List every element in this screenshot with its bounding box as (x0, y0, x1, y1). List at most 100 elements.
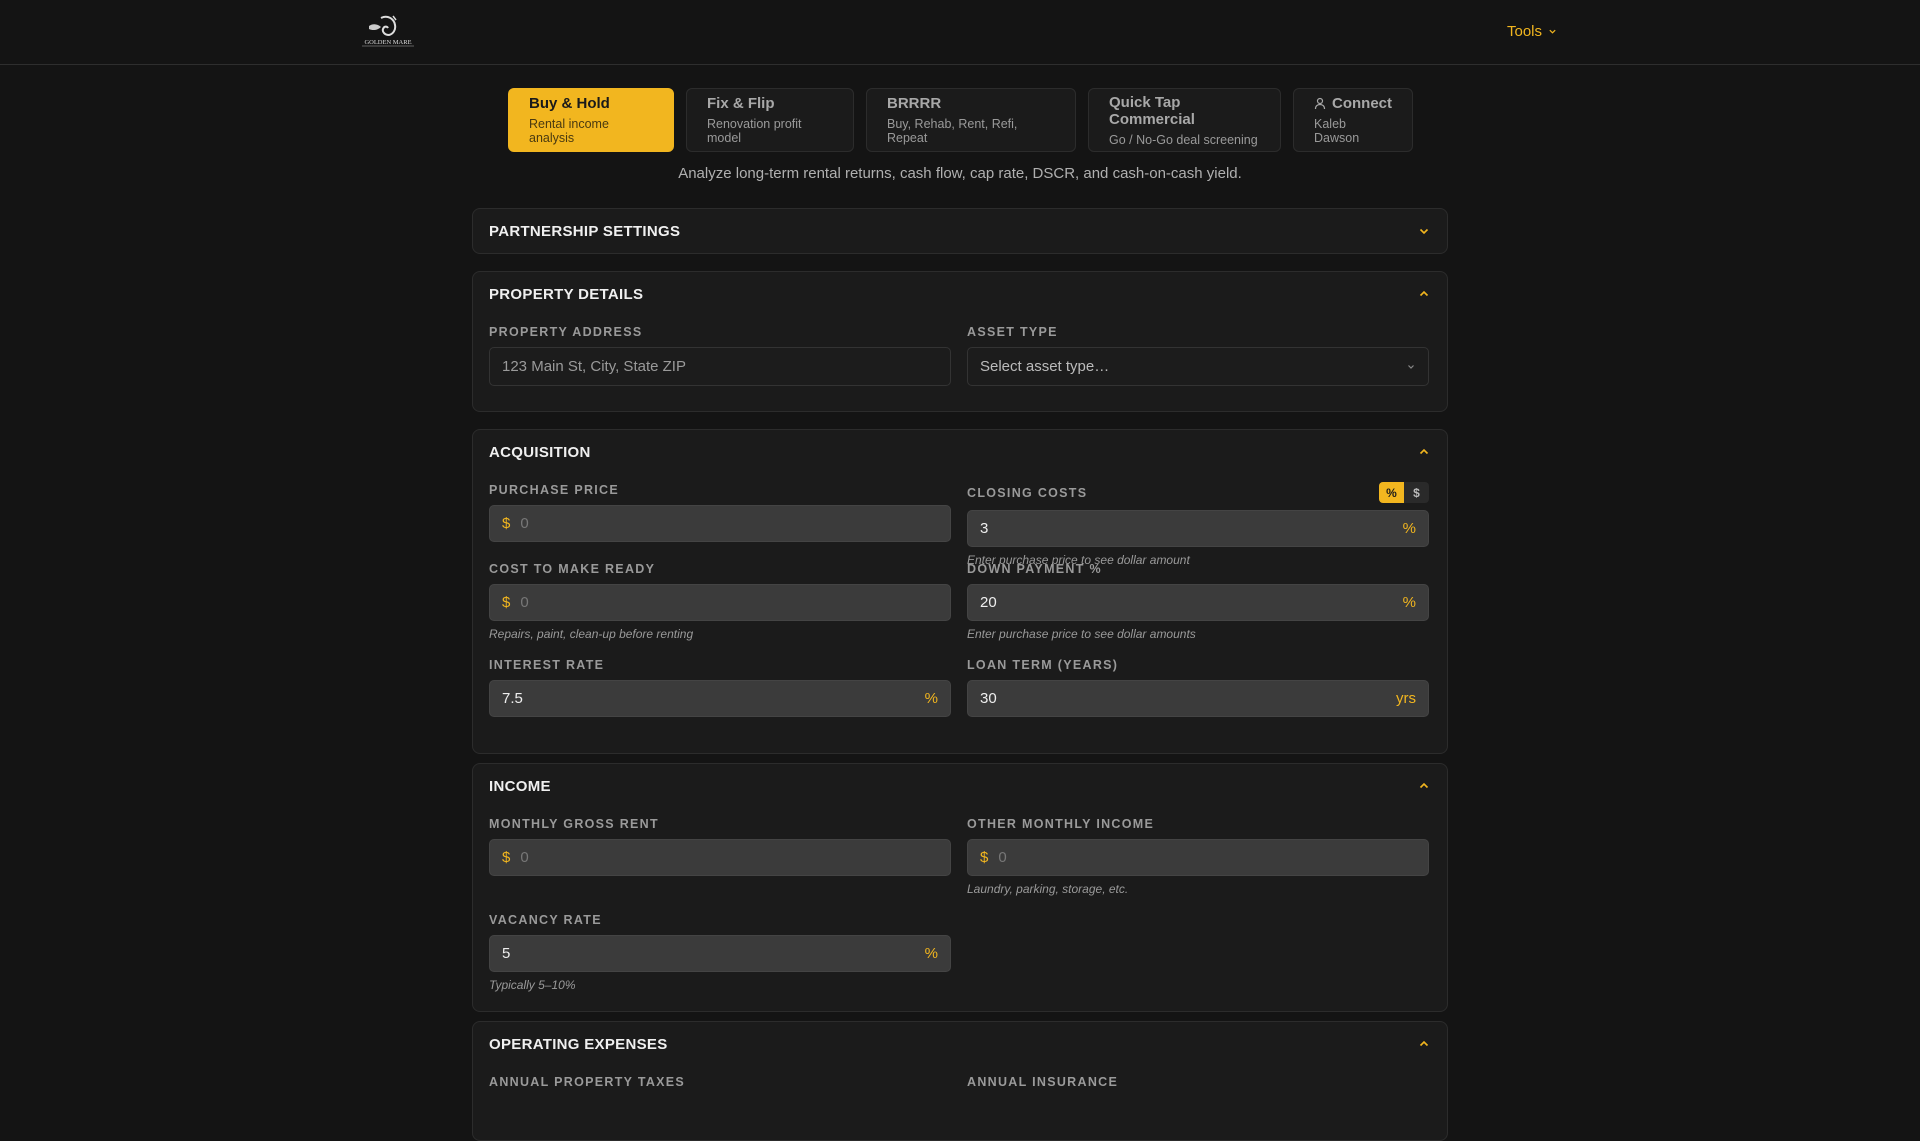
percent-suffix: % (1402, 594, 1416, 611)
tab-title: Connect (1332, 95, 1392, 112)
chevron-up-icon (1419, 782, 1429, 789)
field-label: DOWN PAYMENT % (967, 561, 1102, 576)
closing-costs-unit-toggle: % $ (1379, 482, 1429, 503)
field-label: LOAN TERM (YEARS) (967, 657, 1119, 672)
vacancy-rate-field: VACANCY RATE 5% Typically 5–10% (489, 912, 951, 992)
annual-property-taxes-label: ANNUAL PROPERTY TAXES (489, 1074, 686, 1089)
dollar-prefix: $ (502, 515, 511, 532)
chevron-up-icon (1419, 448, 1429, 455)
purchase-price-field: PURCHASE PRICE $0 (489, 482, 951, 567)
cost-to-make-ready-input[interactable]: $0 (489, 584, 951, 621)
field-label: PURCHASE PRICE (489, 482, 620, 497)
acquisition-section: ACQUISITION PURCHASE PRICE $0 CLOSING CO… (472, 429, 1448, 754)
field-label: MONTHLY GROSS RENT (489, 816, 659, 831)
tools-menu-button[interactable]: Tools (1507, 23, 1557, 40)
selected-value: Select asset type… (980, 358, 1110, 375)
tab-subtitle: Kaleb Dawson (1314, 117, 1360, 145)
tab-connect[interactable]: Connect Kaleb Dawson (1293, 88, 1413, 152)
tab-subtitle: Buy, Rehab, Rent, Refi, Repeat (887, 117, 1018, 145)
section-title: PARTNERSHIP SETTINGS (489, 222, 681, 240)
income-section: INCOME MONTHLY GROSS RENT $0 OTHER MONTH… (472, 763, 1448, 1012)
golden-mare-logo[interactable]: GOLDEN MARE (361, 14, 415, 48)
property-details-section: PROPERTY DETAILS PROPERTY ADDRESS 123 Ma… (472, 271, 1448, 412)
percent-suffix: % (924, 945, 938, 962)
tab-title: Buy & Hold (529, 95, 610, 112)
chevron-up-icon (1419, 1040, 1429, 1047)
loan-term-field: LOAN TERM (YEARS) 30 yrs (967, 657, 1429, 717)
percent-suffix: % (1402, 520, 1416, 537)
tools-label: Tools (1507, 23, 1543, 40)
dollar-toggle[interactable]: $ (1404, 482, 1429, 503)
other-monthly-income-input[interactable]: $0 (967, 839, 1429, 876)
tab-subtitle: Renovation profit model (707, 117, 802, 145)
page-description: Analyze long-term rental returns, cash f… (678, 165, 1242, 182)
section-title: OPERATING EXPENSES (489, 1035, 668, 1053)
placeholder: 0 (520, 594, 529, 611)
acquisition-header[interactable]: ACQUISITION (473, 430, 1447, 474)
field-hint: Laundry, parking, storage, etc. (967, 882, 1129, 896)
chevron-up-icon (1419, 290, 1429, 297)
user-icon (1314, 97, 1326, 110)
percent-suffix: % (924, 690, 938, 707)
chevron-down-icon (1549, 29, 1556, 34)
monthly-gross-rent-input[interactable]: $0 (489, 839, 951, 876)
field-hint: Repairs, paint, clean-up before renting (489, 627, 694, 641)
tab-subtitle: Rental income analysis (529, 117, 609, 145)
field-label: CLOSING COSTS (967, 485, 1088, 500)
section-title: PROPERTY DETAILS (489, 285, 644, 303)
property-details-header[interactable]: PROPERTY DETAILS (473, 272, 1447, 316)
income-header[interactable]: INCOME (473, 764, 1447, 808)
partnership-settings-section: PARTNERSHIP SETTINGS (472, 208, 1448, 254)
field-hint: Typically 5–10% (489, 978, 576, 992)
svg-text:GOLDEN MARE: GOLDEN MARE (364, 39, 411, 46)
years-suffix: yrs (1396, 690, 1416, 707)
field-label: PROPERTY ADDRESS (489, 324, 643, 339)
field-label: OTHER MONTHLY INCOME (967, 816, 1155, 831)
dollar-prefix: $ (502, 849, 511, 866)
chevron-down-icon (1408, 364, 1414, 369)
tab-fix-and-flip[interactable]: Fix & Flip Renovation profit model (686, 88, 854, 152)
cost-to-make-ready-field: COST TO MAKE READY $0 Repairs, paint, cl… (489, 561, 951, 641)
value: 3 (980, 520, 989, 537)
tab-quick-tap-commercial[interactable]: Quick Tap Commercial Go / No-Go deal scr… (1088, 88, 1281, 152)
value: 30 (980, 690, 997, 707)
tab-title: Fix & Flip (707, 95, 775, 112)
calculator-tabs: Buy & Hold Rental income analysis Fix & … (508, 88, 1413, 152)
tab-title: Quick Tap Commercial (1109, 93, 1195, 128)
operating-expenses-header[interactable]: OPERATING EXPENSES (473, 1022, 1447, 1066)
partnership-settings-header[interactable]: PARTNERSHIP SETTINGS (473, 209, 1447, 253)
asset-type-select[interactable]: Select asset type… (967, 347, 1429, 386)
chevron-down-icon (1419, 228, 1429, 235)
field-hint: Enter purchase price to see dollar amoun… (967, 627, 1196, 641)
top-nav: GOLDEN MARE Tools (0, 0, 1920, 65)
vacancy-rate-input[interactable]: 5% (489, 935, 951, 972)
placeholder: 123 Main St, City, State ZIP (502, 358, 686, 375)
interest-rate-input[interactable]: 7.5% (489, 680, 951, 717)
tab-brrrr[interactable]: BRRRR Buy, Rehab, Rent, Refi, Repeat (866, 88, 1076, 152)
closing-costs-field: CLOSING COSTS % $ 3% Enter purchase price… (967, 482, 1429, 567)
value: 20 (980, 594, 997, 611)
closing-costs-input[interactable]: 3% (967, 510, 1429, 547)
down-payment-input[interactable]: 20% (967, 584, 1429, 621)
field-label: VACANCY RATE (489, 912, 602, 927)
field-label: INTEREST RATE (489, 657, 605, 672)
section-title: INCOME (489, 777, 551, 795)
value: 5 (502, 945, 511, 962)
property-address-input[interactable]: 123 Main St, City, State ZIP (489, 347, 951, 386)
dollar-prefix: $ (980, 849, 989, 866)
value: 7.5 (502, 690, 523, 707)
annual-insurance-label: ANNUAL INSURANCE (967, 1074, 1119, 1089)
asset-type-field: ASSET TYPE Select asset type… (967, 324, 1429, 386)
other-monthly-income-field: OTHER MONTHLY INCOME $0 Laundry, parking… (967, 816, 1429, 896)
dollar-prefix: $ (502, 594, 511, 611)
purchase-price-input[interactable]: $0 (489, 505, 951, 542)
percent-toggle[interactable]: % (1379, 482, 1404, 503)
tab-buy-and-hold[interactable]: Buy & Hold Rental income analysis (508, 88, 674, 152)
placeholder: 0 (998, 849, 1007, 866)
loan-term-input[interactable]: 30 yrs (967, 680, 1429, 717)
tab-subtitle: Go / No-Go deal screening (1109, 132, 1258, 147)
placeholder: 0 (520, 515, 529, 532)
monthly-gross-rent-field: MONTHLY GROSS RENT $0 (489, 816, 951, 896)
field-label: COST TO MAKE READY (489, 561, 656, 576)
down-payment-field: DOWN PAYMENT % 20% Enter purchase price … (967, 561, 1429, 641)
